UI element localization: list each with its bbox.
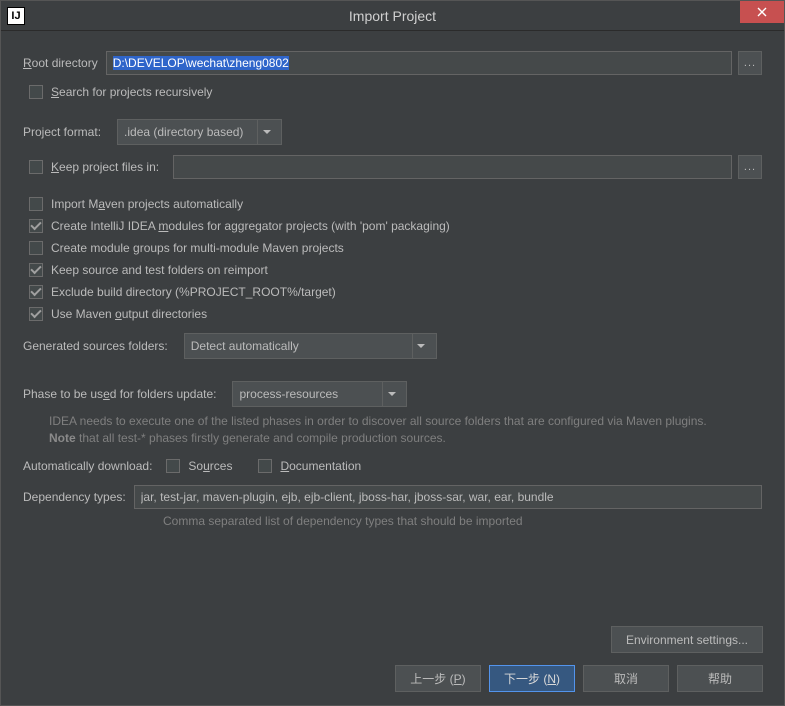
dependency-label: Dependency types: <box>23 490 126 504</box>
window-title: Import Project <box>1 8 784 24</box>
dependency-hint: Comma separated list of dependency types… <box>163 513 762 530</box>
app-icon: IJ <box>7 7 25 25</box>
close-button[interactable] <box>740 1 784 23</box>
keep-files-label: Keep project files in: <box>51 160 159 174</box>
keep-source-label: Keep source and test folders on reimport <box>51 263 268 277</box>
next-button[interactable]: 下一步 (N) <box>489 665 575 692</box>
root-directory-input[interactable] <box>106 51 732 75</box>
phase-hint: IDEA needs to execute one of the listed … <box>49 413 762 447</box>
documentation-label: Documentation <box>280 459 361 473</box>
search-recursive-checkbox[interactable] <box>29 85 43 99</box>
exclude-build-checkbox[interactable] <box>29 285 43 299</box>
use-output-label: Use Maven output directories <box>51 307 207 321</box>
browse-keep-files-button[interactable]: ... <box>738 155 762 179</box>
sources-label: Sources <box>188 459 232 473</box>
keep-files-checkbox[interactable] <box>29 160 43 174</box>
dependency-types-input[interactable] <box>134 485 762 509</box>
previous-button[interactable]: 上一步 (P) <box>395 665 481 692</box>
generated-sources-select[interactable]: Detect automatically <box>184 333 437 359</box>
generated-sources-label: Generated sources folders: <box>23 339 168 353</box>
cancel-button[interactable]: 取消 <box>583 665 669 692</box>
sources-checkbox[interactable] <box>166 459 180 473</box>
aggregator-label: Create IntelliJ IDEA modules for aggrega… <box>51 219 450 233</box>
dialog-footer: Environment settings... 上一步 (P) 下一步 (N) … <box>0 616 785 706</box>
exclude-build-label: Exclude build directory (%PROJECT_ROOT%/… <box>51 285 336 299</box>
module-groups-label: Create module groups for multi-module Ma… <box>51 241 344 255</box>
phase-label: Phase to be used for folders update: <box>23 387 216 401</box>
auto-download-label: Automatically download: <box>23 459 152 473</box>
aggregator-checkbox[interactable] <box>29 219 43 233</box>
root-dir-label: Root directory <box>23 56 98 70</box>
auto-import-checkbox[interactable] <box>29 197 43 211</box>
use-output-checkbox[interactable] <box>29 307 43 321</box>
project-format-label: Project format: <box>23 125 101 139</box>
chevron-down-icon <box>412 334 430 358</box>
keep-source-checkbox[interactable] <box>29 263 43 277</box>
dialog-content: Root directory ... Search for projects r… <box>1 31 784 529</box>
phase-select[interactable]: process-resources <box>232 381 407 407</box>
title-bar: IJ Import Project <box>1 1 784 31</box>
environment-settings-button[interactable]: Environment settings... <box>611 626 763 653</box>
search-recursive-label: Search for projects recursively <box>51 85 212 99</box>
module-groups-checkbox[interactable] <box>29 241 43 255</box>
documentation-checkbox[interactable] <box>258 459 272 473</box>
chevron-down-icon <box>382 382 400 406</box>
chevron-down-icon <box>257 120 275 144</box>
browse-root-button[interactable]: ... <box>738 51 762 75</box>
auto-import-label: Import Maven projects automatically <box>51 197 243 211</box>
project-format-select[interactable]: .idea (directory based) <box>117 119 282 145</box>
help-button[interactable]: 帮助 <box>677 665 763 692</box>
keep-files-input[interactable] <box>173 155 732 179</box>
